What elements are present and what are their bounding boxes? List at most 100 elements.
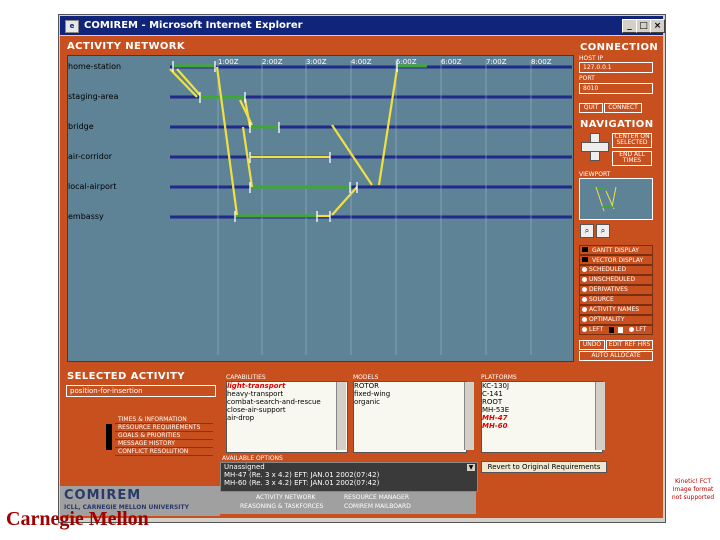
minimize-button[interactable]: _ bbox=[622, 19, 637, 33]
left-label: LEFT bbox=[589, 326, 604, 333]
host-ip-value: 127.0.0.1 bbox=[583, 64, 612, 71]
chevron-down-icon[interactable]: ▼ bbox=[467, 464, 475, 471]
undo-button[interactable]: UNDO bbox=[579, 340, 605, 350]
vector-display-option[interactable]: VECTOR DISPLAY bbox=[579, 255, 653, 265]
menu-resource-requirements[interactable]: RESOURCE REQUIREMENTS bbox=[115, 424, 213, 432]
platforms-scrollbar[interactable] bbox=[595, 382, 605, 450]
platforms-list[interactable]: KC-130J C-141 ROOT MH-53E MH-47 MH-60 bbox=[481, 381, 603, 453]
viewport-minimap[interactable] bbox=[579, 178, 653, 220]
menu-message-history[interactable]: MESSAGE HISTORY bbox=[115, 440, 213, 448]
row-label-bridge[interactable]: bridge bbox=[68, 122, 94, 131]
platform-item[interactable]: KC-130J bbox=[482, 382, 602, 390]
capabilities-list[interactable]: light-transport heavy-transport combat-s… bbox=[226, 381, 348, 453]
window-title: COMIREM - Microsoft Internet Explorer bbox=[84, 20, 303, 31]
option-label: ACTIVITY NAMES bbox=[589, 306, 640, 313]
option-source[interactable]: SOURCE bbox=[579, 295, 653, 305]
quit-button[interactable]: QUIT bbox=[579, 103, 603, 113]
connect-button[interactable]: CONNECT bbox=[604, 103, 642, 113]
option-optimality[interactable]: OPTIMALITY bbox=[579, 315, 653, 325]
capability-item[interactable]: combat-search-and-rescue bbox=[227, 398, 347, 406]
close-button[interactable]: × bbox=[650, 19, 665, 33]
row-label-staging-area[interactable]: staging-area bbox=[68, 92, 118, 101]
gantt-display-option[interactable]: GANTT DISPLAY bbox=[579, 245, 653, 255]
ie-icon: e bbox=[65, 20, 79, 33]
selected-activity-field[interactable]: position-for-insertion bbox=[66, 385, 216, 397]
option-label: UNSCHEDULED bbox=[589, 276, 635, 283]
option-label: DERIVATIVES bbox=[589, 286, 628, 293]
option-unscheduled[interactable]: UNSCHEDULED bbox=[579, 275, 653, 285]
option-label: SCHEDULED bbox=[589, 266, 627, 273]
menu-selection-marker bbox=[106, 424, 112, 450]
row-label-air-corridor[interactable]: air-corridor bbox=[68, 152, 112, 161]
model-item[interactable]: fixed-wing bbox=[354, 390, 466, 398]
port-input[interactable]: 8010 bbox=[579, 83, 653, 94]
carnegie-mellon-watermark: Carnegie Mellon bbox=[6, 508, 149, 530]
auto-allocate-button[interactable]: AUTO ALLOCATE bbox=[579, 351, 653, 361]
option-label: SOURCE bbox=[589, 296, 614, 303]
connection-title: CONNECTION bbox=[580, 42, 659, 53]
option-mh60[interactable]: MH-60 (Re. 3 x 4.2) EFT: JAN.01 2002(07:… bbox=[221, 479, 477, 487]
menu-times-information[interactable]: TIMES & INFORMATION bbox=[115, 416, 213, 424]
viewport-preview-svg bbox=[595, 186, 617, 212]
navigation-title: NAVIGATION bbox=[580, 119, 654, 130]
available-options-list[interactable]: Unassigned MH-47 (Re. 3 x 4.2) EFT: JAN.… bbox=[220, 462, 478, 492]
platform-item[interactable]: MH-47 bbox=[482, 414, 602, 422]
end-all-times-button[interactable]: END ALL TIMES bbox=[612, 151, 652, 166]
tab-comirem-mailboard[interactable]: COMIREM MAILBOARD bbox=[344, 503, 411, 510]
tab-resource-manager[interactable]: RESOURCE MANAGER bbox=[344, 494, 409, 501]
platform-item[interactable]: MH-53E bbox=[482, 406, 602, 414]
port-value: 8010 bbox=[583, 85, 599, 92]
selected-activity-title: SELECTED ACTIVITY bbox=[67, 371, 185, 382]
maximize-button[interactable]: □ bbox=[636, 19, 651, 33]
left-right-toggle[interactable]: LEFT LFT bbox=[579, 325, 653, 335]
revert-button[interactable]: Revert to Original Requirements bbox=[481, 461, 607, 473]
navigation-dpad[interactable] bbox=[581, 133, 609, 161]
edit-ref-hrs-button[interactable]: EDIT REF HRS bbox=[606, 340, 653, 350]
right-label: LFT bbox=[635, 326, 647, 333]
zoom-out-icon[interactable]: ⌕ bbox=[596, 224, 610, 238]
activity-network-svg bbox=[169, 60, 572, 355]
zoom-in-icon[interactable]: ⌕ bbox=[580, 224, 594, 238]
tab-activity-network[interactable]: ACTIVITY NETWORK bbox=[256, 494, 315, 501]
capability-item[interactable]: light-transport bbox=[227, 382, 347, 390]
capabilities-title: CAPABILITIES bbox=[226, 374, 266, 381]
center-on-selected-button[interactable]: CENTER ON SELECTED bbox=[612, 133, 652, 148]
models-list[interactable]: ROTOR fixed-wing organic bbox=[353, 381, 467, 453]
capability-item[interactable]: air-drop bbox=[227, 414, 347, 422]
selected-activity-menu: TIMES & INFORMATION RESOURCE REQUIREMENT… bbox=[115, 416, 213, 456]
platform-item[interactable]: MH-60 bbox=[482, 422, 602, 430]
model-item[interactable]: ROTOR bbox=[354, 382, 466, 390]
capability-item[interactable]: close-air-support bbox=[227, 406, 347, 414]
option-derivatives[interactable]: DERIVATIVES bbox=[579, 285, 653, 295]
selected-activity-value: position-for-insertion bbox=[70, 387, 143, 395]
option-mh47[interactable]: MH-47 (Re. 3 x 4.2) EFT: JAN.01 2002(07:… bbox=[221, 471, 477, 479]
option-label: OPTIMALITY bbox=[589, 316, 625, 323]
models-title: MODELS bbox=[353, 374, 379, 381]
host-ip-input[interactable]: 127.0.0.1 bbox=[579, 62, 653, 73]
models-scrollbar[interactable] bbox=[464, 382, 474, 450]
menu-goals-priorities[interactable]: GOALS & PRIORITIES bbox=[115, 432, 213, 440]
platform-item[interactable]: C-141 bbox=[482, 390, 602, 398]
option-unassigned[interactable]: Unassigned bbox=[221, 463, 477, 471]
platform-item[interactable]: ROOT bbox=[482, 398, 602, 406]
footer-tabs: ACTIVITY NETWORK RESOURCE MANAGER REASON… bbox=[220, 492, 476, 514]
capability-item[interactable]: heavy-transport bbox=[227, 390, 347, 398]
option-scheduled[interactable]: SCHEDULED bbox=[579, 265, 653, 275]
title-bar: e COMIREM - Microsoft Internet Explorer … bbox=[60, 16, 665, 35]
port-label: PORT bbox=[579, 75, 595, 82]
side-note: Kinetic! FCT Image format not supported bbox=[671, 478, 715, 501]
vector-display-label: VECTOR DISPLAY bbox=[592, 257, 644, 264]
activity-network-title: ACTIVITY NETWORK bbox=[67, 41, 186, 52]
available-options-title: AVAILABLE OPTIONS bbox=[222, 455, 283, 462]
viewport-label: VIEWPORT bbox=[579, 171, 611, 178]
row-label-home-station[interactable]: home-station bbox=[68, 62, 121, 71]
row-label-embassy[interactable]: embassy bbox=[68, 212, 104, 221]
capabilities-scrollbar[interactable] bbox=[336, 382, 346, 450]
host-ip-label: HOST IP bbox=[579, 55, 604, 62]
gantt-display-label: GANTT DISPLAY bbox=[592, 247, 639, 254]
tab-reasoning-taskforces[interactable]: REASONING & TASKFORCES bbox=[240, 503, 323, 510]
menu-conflict-resolution[interactable]: CONFLICT RESOLUTION bbox=[115, 448, 213, 456]
option-activity-names[interactable]: ACTIVITY NAMES bbox=[579, 305, 653, 315]
model-item[interactable]: organic bbox=[354, 398, 466, 406]
row-label-local-airport[interactable]: local-airport bbox=[68, 182, 116, 191]
